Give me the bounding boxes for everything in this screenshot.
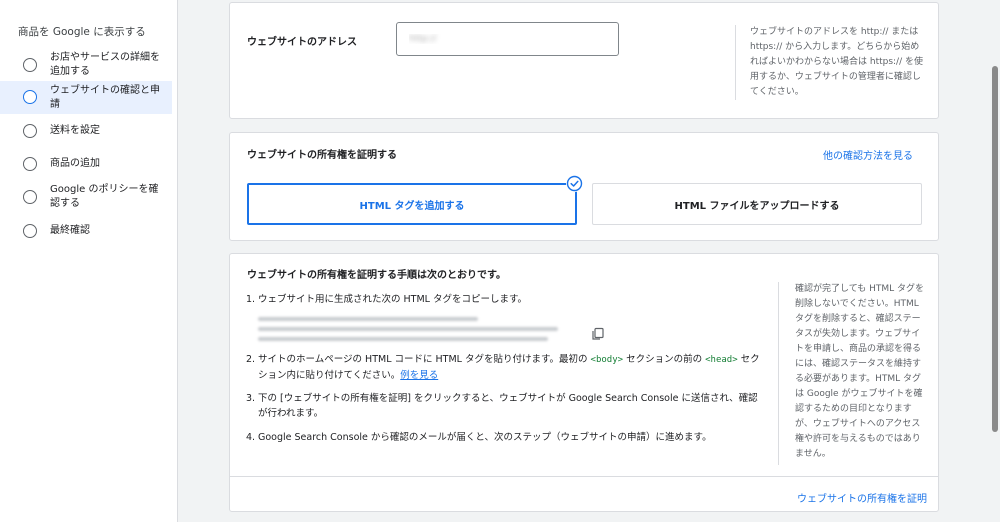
sidebar-step-label: Google のポリシーを確認する (50, 184, 159, 209)
html-tag-code-snippet[interactable] (258, 315, 568, 345)
sidebar-step-label: ウェブサイトの確認と申請 (50, 85, 160, 110)
sidebar-step-website-verify[interactable]: ウェブサイトの確認と申請 (0, 81, 172, 114)
code-line (258, 327, 558, 331)
instruction-step-text: Google Search Console から確認のメールが届くと、次のステッ… (258, 432, 712, 443)
step-radio-icon (23, 157, 37, 171)
sidebar-step-add-products[interactable]: 商品の追加 (0, 155, 172, 173)
sidebar-step-final-review[interactable]: 最終確認 (0, 222, 172, 240)
step-radio-icon (23, 90, 37, 104)
instruction-step-text: 下の [ウェブサイトの所有権を証明] をクリックすると、ウェブサイトが Goog… (258, 393, 758, 419)
website-address-help: ウェブサイトのアドレスを http:// または https:// から入力しま… (735, 25, 927, 100)
website-address-input[interactable] (396, 22, 619, 56)
instruction-step-text: サイトのホームページの HTML コードに HTML タグを貼り付けます。最初の… (258, 354, 760, 381)
sidebar-step-business-details[interactable]: お店やサービスの詳細を追加する (0, 50, 172, 80)
step-radio-icon (23, 190, 37, 204)
sidebar-step-shipping[interactable]: 送料を設定 (0, 122, 172, 140)
body-tag-code: <body> (590, 355, 624, 365)
selected-check-icon (566, 175, 583, 192)
instruction-step-1: 1. ウェブサイト用に生成された次の HTML タグをコピーします。 (246, 294, 528, 305)
scrollbar-thumb[interactable] (992, 66, 998, 432)
see-example-link[interactable]: 例を見る (400, 370, 438, 381)
card-divider (230, 476, 938, 477)
sidebar-step-policies[interactable]: Google のポリシーを確認する (0, 182, 172, 212)
instructions-card: ウェブサイトの所有権を証明する手順は次のとおりです。 1. ウェブサイト用に生成… (229, 253, 939, 512)
option-upload-html-file[interactable]: HTML ファイルをアップロードする (592, 183, 922, 225)
instructions-title: ウェブサイトの所有権を証明する手順は次のとおりです。 (247, 270, 506, 281)
sidebar-step-label: 送料を設定 (50, 125, 100, 136)
verify-ownership-button[interactable]: ウェブサイトの所有権を証明 (797, 490, 927, 505)
instruction-step-4: 4. Google Search Console から確認のメールが届くと、次の… (246, 432, 712, 443)
html-tag-help: 確認が完了しても HTML タグを削除しないでください。HTML タグを削除する… (778, 282, 926, 465)
page-scrollbar[interactable] (990, 0, 1000, 522)
instruction-step-3: 3. 下の [ウェブサイトの所有権を証明] をクリックすると、ウェブサイトが G… (246, 391, 766, 421)
website-address-card: ウェブサイトのアドレス ウェブサイトのアドレスを http:// または htt… (229, 2, 939, 119)
ownership-section-title: ウェブサイトの所有権を証明する (247, 150, 397, 161)
option-add-html-tag[interactable]: HTML タグを追加する (247, 183, 577, 225)
code-line (258, 337, 548, 341)
ownership-method-card: ウェブサイトの所有権を証明する 他の確認方法を見る HTML タグを追加する H… (229, 132, 939, 241)
copy-icon[interactable] (591, 326, 605, 340)
head-tag-code: <head> (705, 355, 738, 365)
step-radio-icon (23, 224, 37, 238)
sidebar-step-label: お店やサービスの詳細を追加する (50, 52, 160, 77)
instruction-step-2: 2. サイトのホームページの HTML コードに HTML タグを貼り付けます。… (246, 352, 766, 383)
sidebar-title: 商品を Google に表示する (18, 26, 146, 38)
sidebar: 商品を Google に表示する お店やサービスの詳細を追加する ウェブサイトの… (0, 0, 178, 522)
step-radio-icon (23, 124, 37, 138)
sidebar-step-label: 最終確認 (50, 225, 90, 236)
website-address-label: ウェブサイトのアドレス (247, 37, 357, 48)
code-line (258, 317, 478, 321)
step-radio-icon (23, 58, 37, 72)
other-verification-methods-link[interactable]: 他の確認方法を見る (823, 147, 913, 162)
sidebar-step-label: 商品の追加 (50, 158, 100, 169)
instruction-step-text: ウェブサイト用に生成された次の HTML タグをコピーします。 (258, 294, 528, 305)
